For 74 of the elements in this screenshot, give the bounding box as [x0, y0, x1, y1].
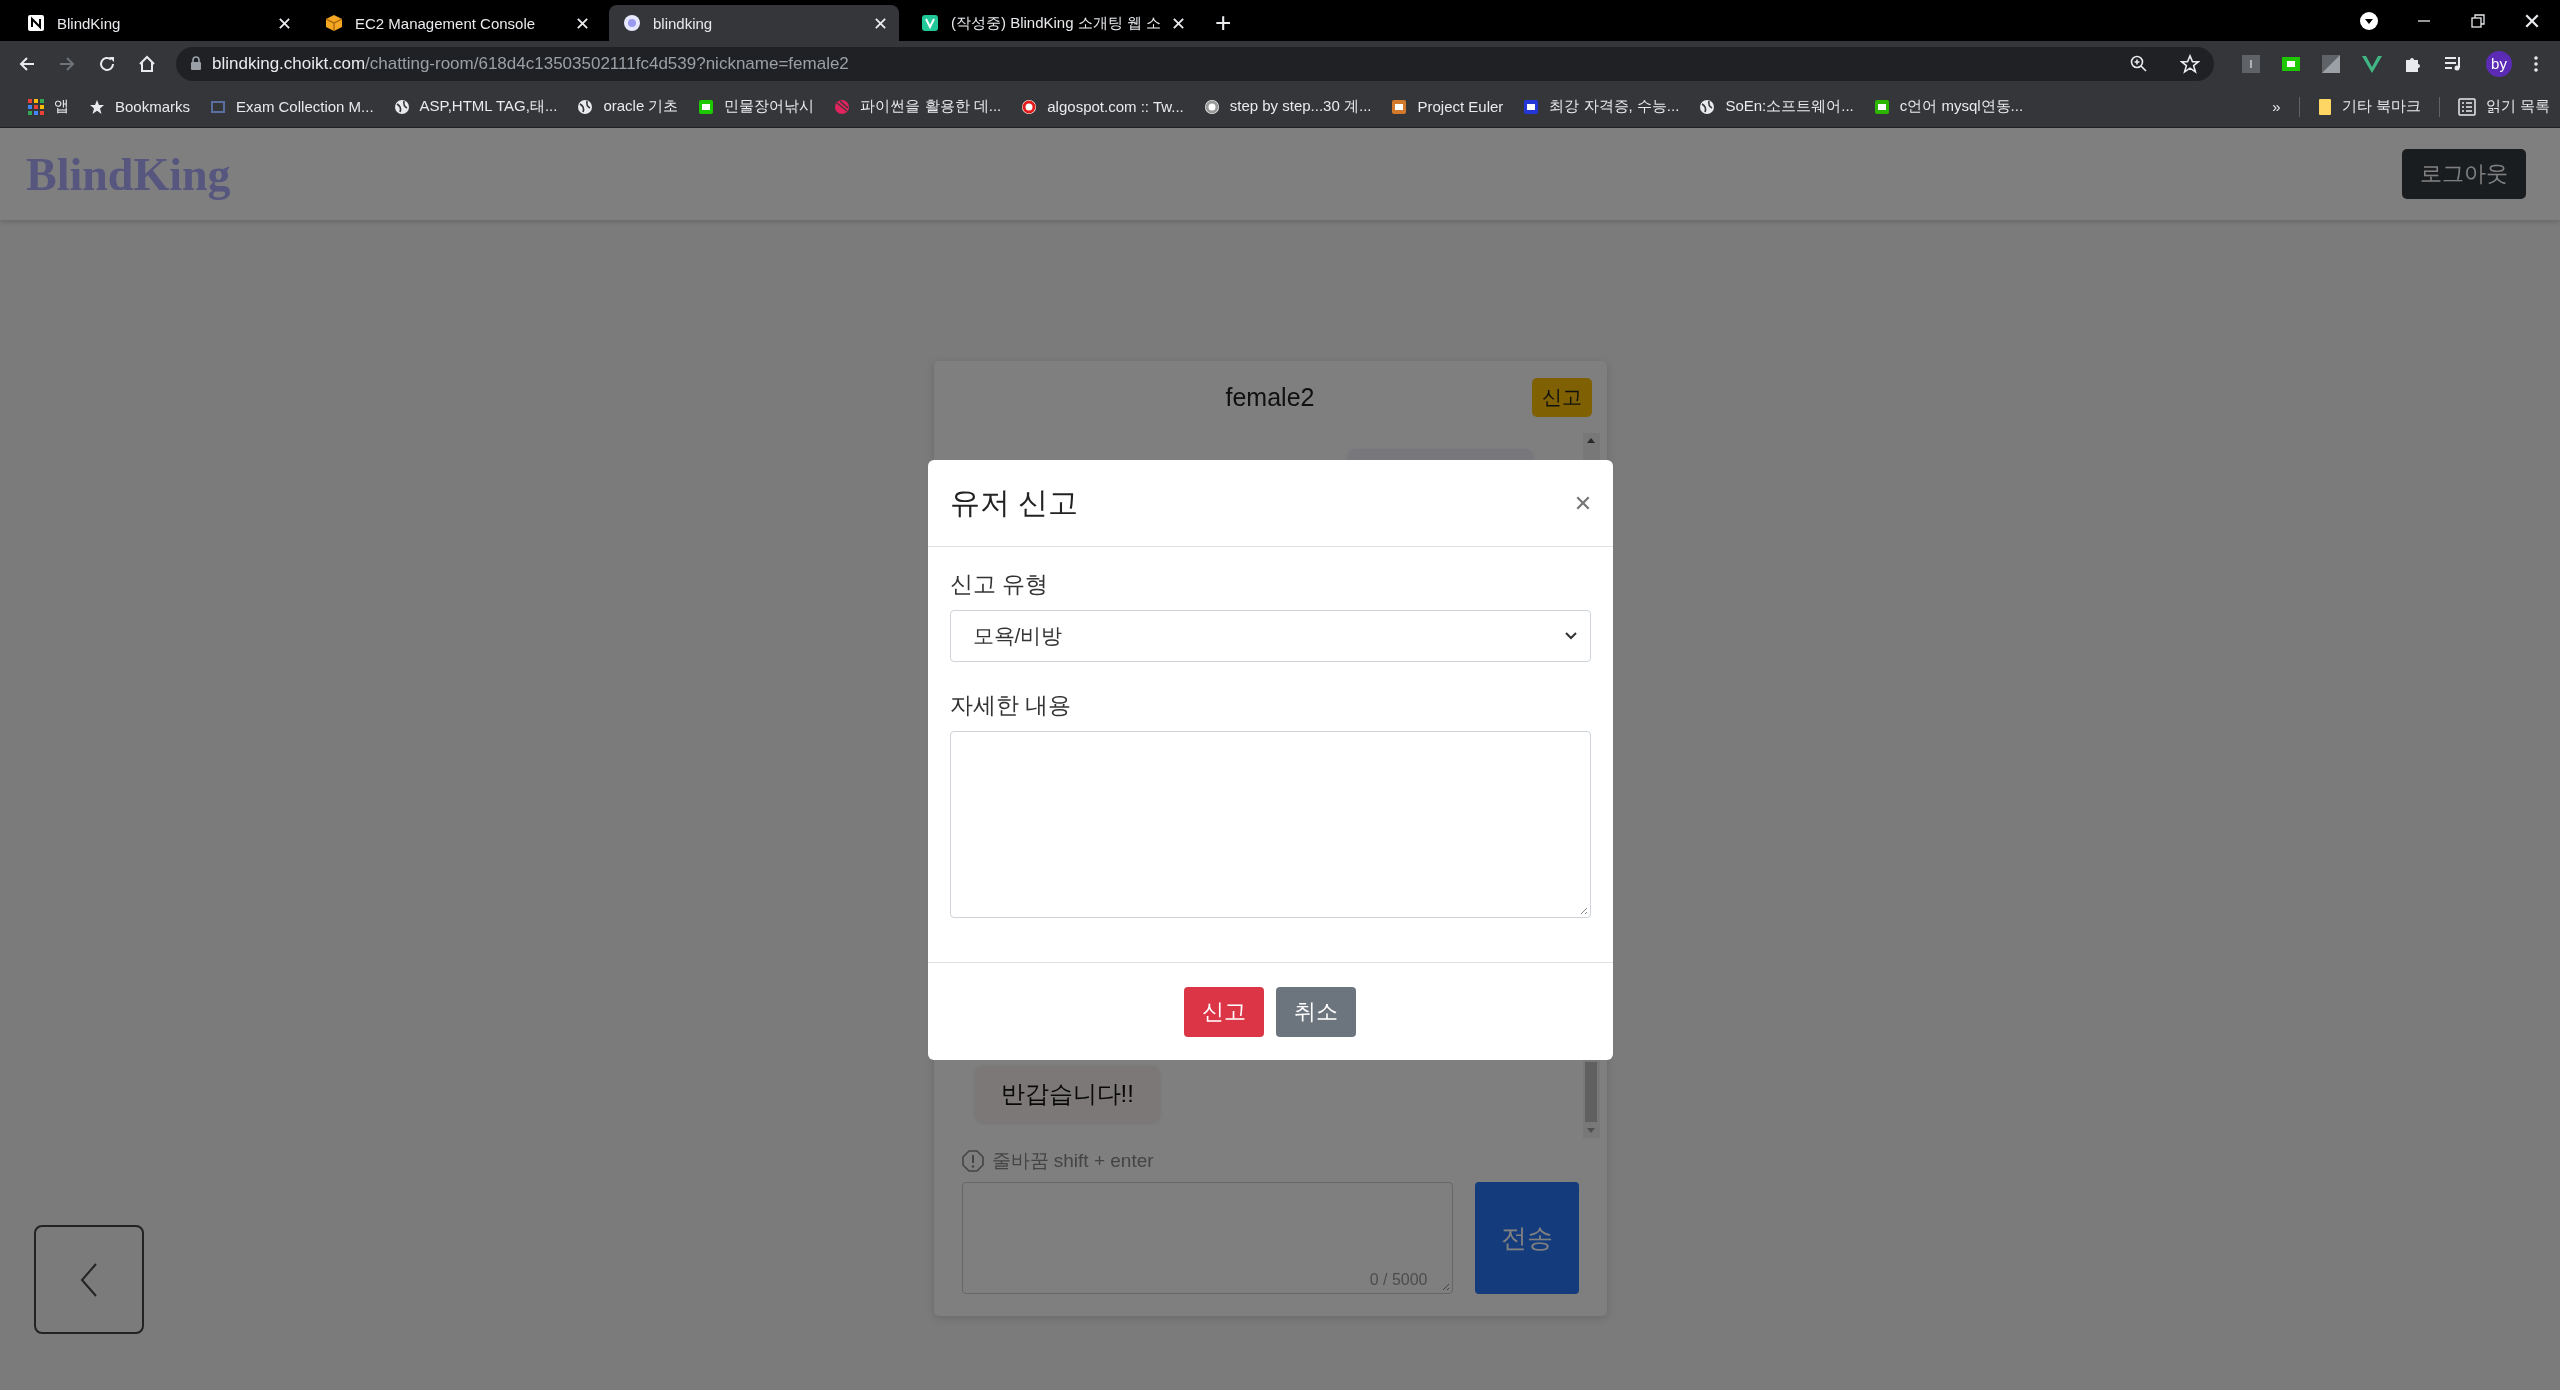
ball-icon [834, 98, 851, 115]
back-arrow-icon[interactable] [18, 54, 36, 73]
report-type-select[interactable]: 모욕/비방 [949, 610, 1591, 662]
bookmark[interactable]: Project Euler [1381, 98, 1514, 115]
bookmark[interactable]: 민물장어낚시 [688, 97, 825, 116]
dropdown-icon[interactable] [2360, 11, 2378, 30]
hint-text: 줄바꿈 shift + enter [991, 1149, 1154, 1173]
tab-title: EC2 Management Console [355, 14, 537, 32]
favicon-icon [1391, 98, 1408, 115]
url-path: /chatting-room/618d4c13503502111fc4d539?nickname=female2 [365, 53, 849, 74]
chevron-down-icon [1563, 631, 1578, 641]
bookmark[interactable]: algospot.com :: Tw... [1011, 98, 1194, 115]
submit-button[interactable]: 신고 [1184, 986, 1264, 1037]
bookmark[interactable]: ASP,HTML TAG,태... [383, 97, 568, 116]
warning-octagon-icon [961, 1150, 984, 1172]
bookmark-folder[interactable]: 기타 북마크 [2307, 97, 2431, 116]
velog-logo-icon [921, 14, 939, 32]
logout-button[interactable]: 로그아웃 [2402, 149, 2526, 199]
favicon-icon [1523, 98, 1540, 115]
reload-icon[interactable] [98, 54, 116, 73]
address-bar[interactable]: blindking.choikt.com/chatting-room/618d4c13503502111fc4d539?nickname=female2 [176, 46, 2214, 81]
target-icon [1021, 98, 1038, 115]
target-icon [1203, 98, 1220, 115]
favicon-icon [210, 98, 227, 115]
bookmark[interactable]: 파이썬을 활용한 데... [824, 97, 1012, 116]
tab-title: blindking [653, 14, 714, 32]
bookmark[interactable]: SoEn:소프트웨어... [1689, 97, 1864, 116]
notion-logo-icon [27, 14, 45, 32]
tab-title: (작성중) BlindKing 소개팅 웹 소 [951, 13, 1160, 33]
dialog-title: 유저 신고 [949, 484, 1078, 521]
details-input[interactable] [949, 731, 1591, 918]
bookmark[interactable]: Bookmarks [79, 98, 201, 115]
reading-list-button[interactable]: 읽기 목록 [2447, 97, 2560, 116]
chevron-left-icon [80, 1261, 98, 1298]
bookmarks-overflow-button[interactable]: » [2262, 98, 2291, 115]
field-label: 신고 유형 [949, 570, 1049, 599]
bookmark[interactable]: 최강 자격증, 수능... [1513, 97, 1690, 116]
favicon-icon [698, 98, 715, 115]
bookmark[interactable]: 앱 [18, 97, 79, 116]
home-icon[interactable] [138, 54, 156, 73]
url-host: blindking.choikt.com [212, 53, 366, 74]
message-bubble: 반갑습니다!! [974, 1066, 1160, 1122]
menu-icon[interactable] [2534, 55, 2538, 72]
profile-avatar[interactable]: by [2486, 50, 2512, 77]
zoom-icon[interactable] [2130, 54, 2148, 73]
chat-partner-name: female2 [1225, 382, 1315, 412]
favicon-icon [1873, 98, 1890, 115]
cancel-button[interactable]: 취소 [1276, 986, 1356, 1037]
extension-icon[interactable] [2282, 56, 2300, 71]
lock-icon [190, 56, 202, 71]
bookmark[interactable]: oracle 기초 [567, 97, 689, 116]
globe-icon [393, 98, 410, 115]
tab-title: BlindKing [57, 14, 122, 32]
folder-icon [2317, 97, 2332, 116]
globe-icon [1699, 98, 1716, 115]
vue-logo-icon[interactable] [2362, 54, 2382, 73]
site-logo-icon [623, 14, 641, 32]
bookmark[interactable]: step by step...30 계... [1193, 97, 1382, 116]
field-label: 자세한 내용 [949, 691, 1072, 720]
restore-icon[interactable] [2470, 12, 2486, 29]
star-icon[interactable] [2180, 53, 2200, 74]
reading-list-icon [2457, 97, 2476, 116]
bookmark[interactable]: c언어 mysql연동... [1863, 97, 2034, 116]
bookmark[interactable]: Exam Collection M... [200, 98, 384, 115]
scroll-thumb[interactable] [1585, 1062, 1597, 1122]
cube-icon [325, 14, 343, 32]
back-button[interactable] [34, 1225, 144, 1334]
extension-icon[interactable] [2242, 54, 2260, 73]
forward-arrow-icon[interactable] [58, 54, 76, 73]
new-tab-button[interactable]: + [1205, 5, 1242, 41]
globe-icon [577, 98, 594, 115]
star-icon [89, 98, 105, 115]
apps-grid-icon [28, 98, 44, 115]
browser-tab[interactable]: blindking [609, 5, 899, 41]
